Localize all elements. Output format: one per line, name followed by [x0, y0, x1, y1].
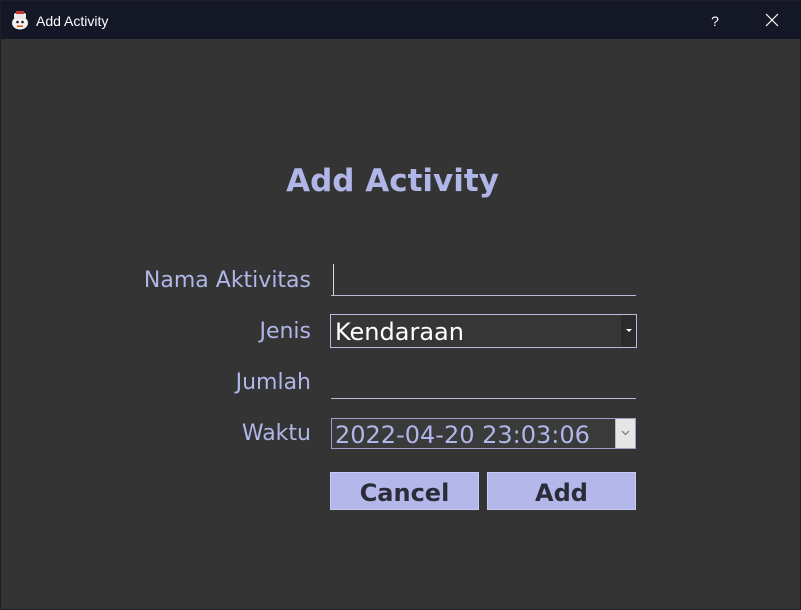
- help-button[interactable]: ?: [697, 1, 733, 39]
- nama-aktivitas-input[interactable]: [331, 266, 636, 296]
- close-icon[interactable]: [754, 1, 790, 39]
- jenis-label: Jenis: [259, 319, 311, 344]
- jenis-select[interactable]: Kendaraan: [330, 314, 637, 348]
- add-button[interactable]: Add: [487, 472, 636, 510]
- title-bar[interactable]: Add Activity ?: [1, 1, 801, 39]
- nama-aktivitas-label: Nama Aktivitas: [143, 268, 311, 293]
- waktu-datetime-input[interactable]: 2022-04-20 23:03:06: [331, 418, 636, 449]
- waktu-value: 2022-04-20 23:03:06: [335, 421, 590, 449]
- jenis-selected-value: Kendaraan: [335, 318, 464, 346]
- cancel-button[interactable]: Cancel: [330, 472, 479, 510]
- chevron-down-icon[interactable]: [621, 315, 636, 347]
- waktu-label: Waktu: [241, 421, 311, 446]
- jumlah-label: Jumlah: [235, 370, 311, 395]
- text-cursor: [333, 264, 334, 295]
- app-icon: [12, 11, 28, 30]
- add-activity-dialog: Add Activity ? Add Activity Nama Aktivit…: [0, 0, 801, 610]
- jumlah-input[interactable]: [331, 369, 636, 399]
- form-heading: Add Activity: [286, 163, 499, 199]
- window-title: Add Activity: [36, 13, 109, 29]
- dropdown-arrow-icon[interactable]: [615, 419, 635, 448]
